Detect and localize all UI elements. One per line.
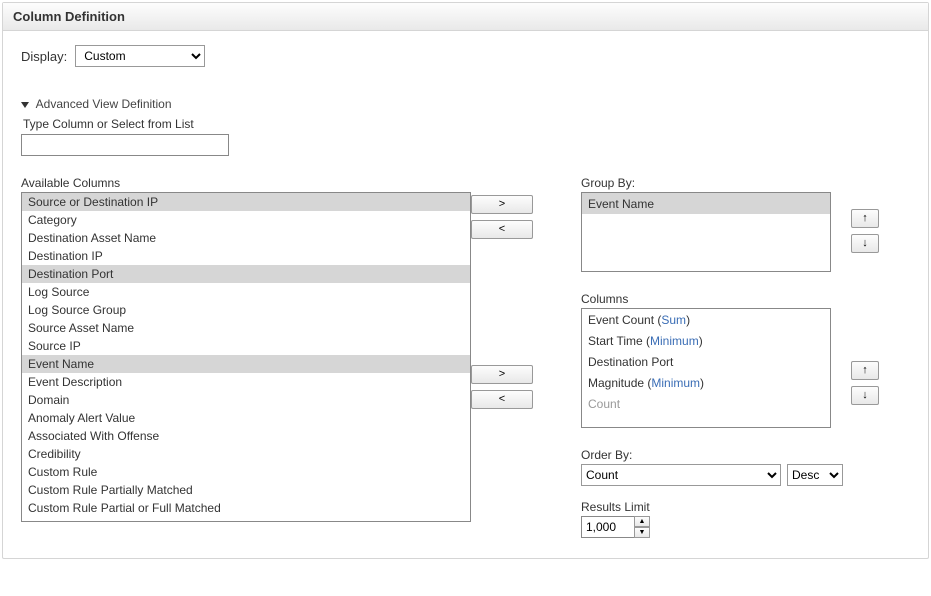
groupby-updown: ↑ ↓ <box>851 206 879 256</box>
results-limit-label: Results Limit <box>581 500 910 514</box>
type-column-label: Type Column or Select from List <box>23 117 910 131</box>
display-row: Display: Custom <box>21 45 910 67</box>
available-item[interactable]: Destination IP <box>22 247 470 265</box>
columns-item[interactable]: Magnitude (Minimum) <box>582 372 830 393</box>
available-item[interactable]: Source or Destination IP <box>22 193 470 211</box>
columns-updown: ↑ ↓ <box>851 358 879 408</box>
groupby-move-down-button[interactable]: ↓ <box>851 234 879 253</box>
column-definition-panel: Column Definition Display: Custom Advanc… <box>2 2 929 559</box>
columns-block: Event Count (Sum)Start Time (Minimum)Des… <box>581 308 910 428</box>
columns-label: Columns <box>581 292 910 306</box>
available-item[interactable]: Custom Rule Partial or Full Matched <box>22 499 470 517</box>
available-item[interactable]: Custom Rule Partially Matched <box>22 481 470 499</box>
groupby-move-buttons: > < <box>471 192 581 242</box>
orderby-select[interactable]: Count <box>581 464 781 486</box>
available-columns-section: Available Columns Source or Destination … <box>21 176 471 522</box>
add-to-groupby-button[interactable]: > <box>471 195 533 214</box>
available-item[interactable]: Destination Port <box>22 265 470 283</box>
results-limit-down-button[interactable]: ▼ <box>634 527 650 538</box>
results-limit-spinner: ▲▼ <box>634 516 650 538</box>
available-item[interactable]: Source Asset Name <box>22 319 470 337</box>
available-item[interactable]: Log Source <box>22 283 470 301</box>
advanced-view-toggle[interactable]: Advanced View Definition <box>21 97 910 111</box>
display-select[interactable]: Custom <box>75 45 205 67</box>
columns-move-buttons: > < <box>471 362 581 412</box>
available-item[interactable]: Log Source Group <box>22 301 470 319</box>
columns-area: Available Columns Source or Destination … <box>21 176 910 538</box>
columns-move-up-button[interactable]: ↑ <box>851 361 879 380</box>
remove-from-groupby-button[interactable]: < <box>471 220 533 239</box>
orderby-direction-select[interactable]: Desc <box>787 464 843 486</box>
results-limit-up-button[interactable]: ▲ <box>634 516 650 527</box>
results-limit-input[interactable] <box>581 516 635 538</box>
available-item[interactable]: Event Name <box>22 355 470 373</box>
move-buttons-column: > < > < <box>471 176 581 412</box>
panel-title: Column Definition <box>3 3 928 31</box>
groupby-listbox[interactable]: Event Name <box>581 192 831 272</box>
orderby-label: Order By: <box>581 448 910 462</box>
groupby-block: Event Name ↑ ↓ <box>581 192 910 272</box>
groupby-move-up-button[interactable]: ↑ <box>851 209 879 228</box>
available-item[interactable]: Domain <box>22 391 470 409</box>
available-item[interactable]: Anomaly Alert Value <box>22 409 470 427</box>
columns-listbox[interactable]: Event Count (Sum)Start Time (Minimum)Des… <box>581 308 831 428</box>
add-to-columns-button[interactable]: > <box>471 365 533 384</box>
available-item[interactable]: Destination MAC <box>22 517 470 522</box>
display-label: Display: <box>21 49 67 64</box>
columns-item[interactable]: Start Time (Minimum) <box>582 330 830 351</box>
results-limit-section: Results Limit ▲▼ <box>581 500 910 538</box>
remove-from-columns-button[interactable]: < <box>471 390 533 409</box>
available-item[interactable]: Event Description <box>22 373 470 391</box>
columns-item[interactable]: Count <box>582 393 830 414</box>
type-column-input[interactable] <box>21 134 229 156</box>
available-item[interactable]: Custom Rule <box>22 463 470 481</box>
orderby-section: Order By: Count Desc <box>581 448 910 486</box>
advanced-view-label: Advanced View Definition <box>36 97 172 111</box>
chevron-down-icon <box>21 102 29 108</box>
available-columns-listbox[interactable]: Source or Destination IPCategoryDestinat… <box>21 192 471 522</box>
available-columns-label: Available Columns <box>21 176 471 190</box>
columns-move-down-button[interactable]: ↓ <box>851 386 879 405</box>
available-item[interactable]: Source IP <box>22 337 470 355</box>
orderby-row: Count Desc <box>581 464 910 486</box>
available-item[interactable]: Category <box>22 211 470 229</box>
groupby-item[interactable]: Event Name <box>582 193 830 214</box>
groupby-label: Group By: <box>581 176 910 190</box>
available-item[interactable]: Destination Asset Name <box>22 229 470 247</box>
panel-body: Display: Custom Advanced View Definition… <box>3 31 928 558</box>
right-column: Group By: Event Name ↑ ↓ Columns Event C… <box>581 176 910 538</box>
available-item[interactable]: Associated With Offense <box>22 427 470 445</box>
columns-item[interactable]: Event Count (Sum) <box>582 309 830 330</box>
available-item[interactable]: Credibility <box>22 445 470 463</box>
columns-item[interactable]: Destination Port <box>582 351 830 372</box>
